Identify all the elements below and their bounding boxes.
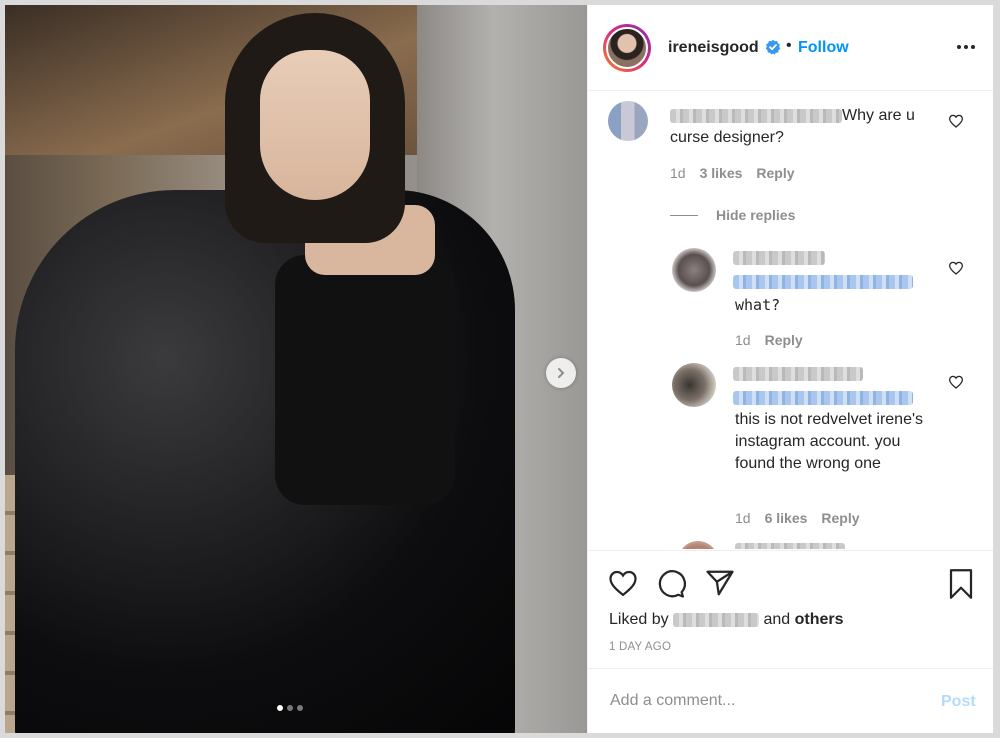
post-comment-button[interactable]: Post [941,693,976,711]
like-comment-heart-icon[interactable] [948,114,964,128]
liked-by-others-link[interactable]: others [795,611,844,628]
verified-badge-icon [765,39,781,55]
blurred-username [733,251,825,265]
username-link[interactable]: ireneisgood [668,39,759,57]
reply-button[interactable]: Reply [821,510,859,526]
reply-time: 1d [735,510,751,526]
replier-avatar-blurred[interactable] [672,363,716,407]
add-comment-input[interactable] [608,687,912,715]
hide-replies-button[interactable]: Hide replies [670,207,795,223]
blurred-mention[interactable] [733,275,913,289]
comments-list[interactable]: Why are u curse designer? 1d 3 likes Rep… [588,91,993,549]
liked-by-summary: Liked by and others [609,611,844,629]
carousel-dot-3 [297,705,303,711]
carousel-dot-1 [277,705,283,711]
post-header: ireneisgood • Follow [588,5,993,91]
blurred-username [735,543,845,549]
reply-meta: 1d 6 likes Reply [735,510,860,526]
comment-meta: 1d 3 likes Reply [670,165,795,181]
like-comment-heart-icon[interactable] [948,375,964,389]
photo-top [275,255,455,505]
blurred-username [670,108,842,123]
liked-by-prefix: Liked by [609,611,669,628]
post-photo [5,5,587,733]
blurred-mention[interactable] [733,391,913,405]
comment-composer: Post [588,668,993,733]
photo-face [260,50,370,200]
next-image-button[interactable] [546,358,576,388]
profile-avatar[interactable] [603,24,651,72]
reply-text: this is not redvelvet irene's instagram … [735,411,924,472]
instagram-post-modal: ireneisgood • Follow Why are u curse des… [4,4,994,734]
share-paper-plane-icon[interactable] [705,569,735,597]
carousel-indicator [277,705,303,711]
save-bookmark-icon[interactable] [948,569,974,599]
like-heart-icon[interactable] [608,569,638,597]
comment-body: Why are u curse designer? [670,105,950,149]
replier-avatar-blurred[interactable] [672,248,716,292]
reply-text: what? [735,296,781,314]
chevron-right-icon [558,368,565,378]
comment-likes[interactable]: 3 likes [700,165,743,181]
carousel-dot-2 [287,705,293,711]
post-side-panel: ireneisgood • Follow Why are u curse des… [587,5,993,733]
header-separator: • [786,37,792,54]
hide-replies-label: Hide replies [716,207,796,223]
blurred-username [733,367,863,381]
reply-likes[interactable]: 6 likes [765,510,808,526]
replier-avatar-blurred[interactable] [678,541,718,549]
comment-bubble-icon[interactable] [656,569,686,599]
blurred-liker-name[interactable] [673,612,760,627]
post-timestamp[interactable]: 1 DAY AGO [609,641,671,653]
like-comment-heart-icon[interactable] [948,261,964,275]
reply-time: 1d [735,332,751,348]
reply-button[interactable]: Reply [756,165,794,181]
liked-by-and: and [763,611,791,628]
reply-button[interactable]: Reply [765,332,803,348]
follow-button[interactable]: Follow [798,39,849,57]
commenter-avatar-blurred[interactable] [608,101,648,141]
replies-divider-line [670,214,698,216]
comment-time: 1d [670,165,686,181]
more-options-icon[interactable] [956,39,976,55]
post-actions: Liked by and others 1 DAY AGO [588,550,993,668]
reply-meta: 1d Reply [735,332,803,348]
